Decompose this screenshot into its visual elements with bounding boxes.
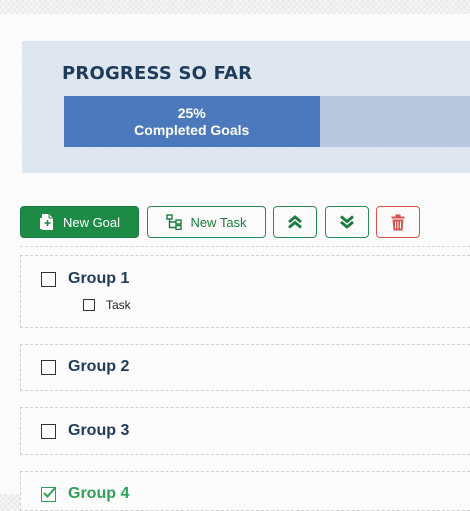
new-task-button[interactable]: New Task: [147, 206, 266, 238]
add-file-icon: [39, 213, 55, 231]
expand-all-button[interactable]: [273, 206, 317, 238]
progress-title: PROGRESS SO FAR: [62, 63, 253, 84]
double-chevron-up-icon: [287, 215, 303, 229]
group-label[interactable]: Group 3: [68, 422, 129, 440]
trash-icon: [391, 214, 405, 231]
delete-button[interactable]: [376, 206, 420, 238]
progress-caption: Completed Goals: [134, 121, 250, 138]
group-header: Group 1: [41, 270, 129, 288]
task-label[interactable]: Task: [106, 298, 131, 312]
group-card: Group 2: [20, 344, 470, 391]
task-checkbox[interactable]: [83, 299, 95, 311]
new-goal-button[interactable]: New Goal: [20, 206, 139, 238]
group-checkbox[interactable]: [41, 423, 56, 439]
group-header: Group 3: [41, 422, 129, 440]
new-goal-label: New Goal: [62, 214, 121, 230]
progress-bar-fill: 25% Completed Goals: [64, 96, 320, 147]
group-card: Group 1 Task: [20, 255, 470, 328]
collapse-all-button[interactable]: [325, 206, 369, 238]
progress-bar: 25% Completed Goals: [64, 96, 470, 147]
new-task-label: New Task: [190, 214, 247, 230]
group-checkbox[interactable]: [41, 271, 56, 287]
group-header: Group 2: [41, 358, 129, 376]
checkmark-icon: [43, 486, 56, 498]
progress-panel: PROGRESS SO FAR 25% Completed Goals: [22, 41, 470, 173]
group-label[interactable]: Group 4: [68, 485, 129, 503]
progress-percent: 25%: [177, 104, 206, 121]
group-label[interactable]: Group 2: [68, 358, 129, 376]
hierarchy-icon: [166, 214, 183, 230]
task-item: Task: [83, 298, 131, 312]
group-card: Group 3: [20, 407, 470, 455]
group-checkbox-checked[interactable]: [41, 486, 56, 502]
goals-page: PROGRESS SO FAR 25% Completed Goals New …: [0, 14, 470, 511]
group-header: Group 4: [41, 485, 129, 503]
group-label[interactable]: Group 1: [68, 270, 129, 288]
group-card: Group 4: [20, 471, 470, 511]
toolbar-divider: [20, 246, 470, 247]
group-checkbox[interactable]: [41, 359, 56, 375]
double-chevron-down-icon: [339, 215, 355, 229]
